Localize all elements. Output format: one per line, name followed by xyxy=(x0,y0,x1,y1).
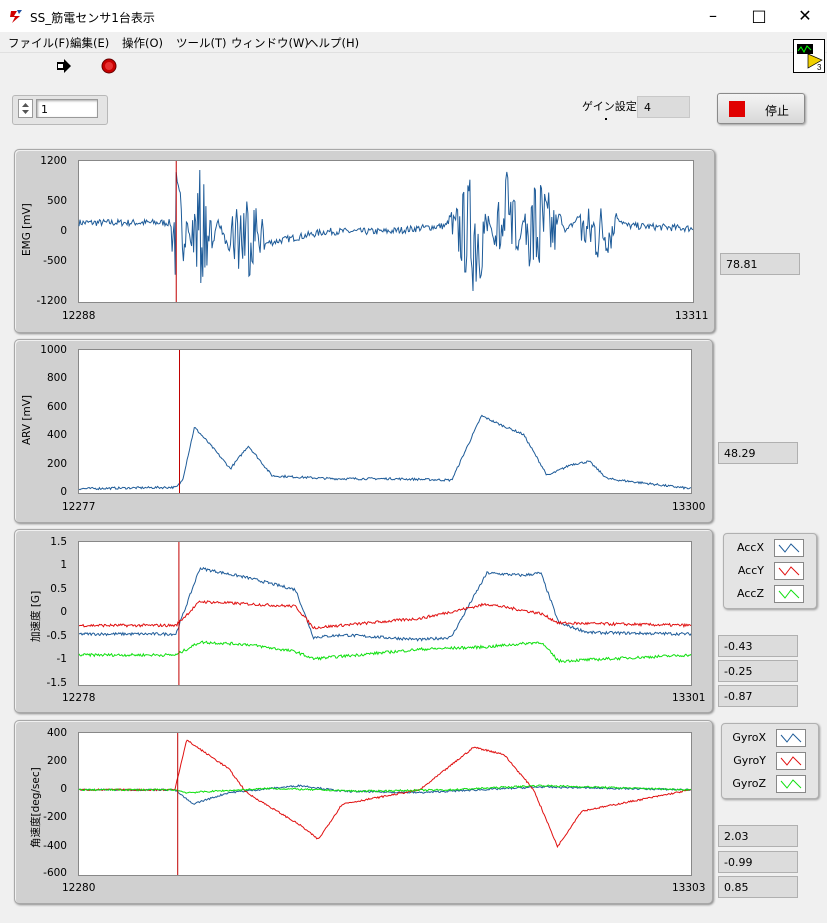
series-line-accz xyxy=(78,640,692,664)
menu-help[interactable]: ヘルプ(H) xyxy=(307,35,359,51)
legend-label: GyroY xyxy=(733,754,766,767)
legend-swatch xyxy=(774,562,804,580)
gyro-y-value: -0.99 xyxy=(718,851,798,873)
emg-value: 78.81 xyxy=(720,253,800,275)
gyro-y-tick: -600 xyxy=(43,867,67,879)
legend-swatch xyxy=(776,729,806,747)
arv-y-tick: 200 xyxy=(46,458,67,470)
gain-label-dot xyxy=(605,118,607,120)
gyro-z-value: 0.85 xyxy=(718,876,798,898)
gyro-plot-area xyxy=(78,732,692,876)
emg-plot xyxy=(78,161,694,302)
emg-y-tick: 0 xyxy=(60,225,67,237)
menu-file[interactable]: ファイル(F) xyxy=(8,35,70,51)
acc-y-tick: 1.5 xyxy=(50,536,67,548)
stop-button-label: 停止 xyxy=(765,104,790,118)
acc-y-value: -0.25 xyxy=(718,660,798,682)
arv-x-max: 13300 xyxy=(672,501,706,513)
acc-x-max: 13301 xyxy=(672,692,706,704)
legend-swatch xyxy=(776,752,806,770)
gyro-y-tick: -400 xyxy=(43,840,67,852)
gyro-legend: GyroX GyroY GyroZ xyxy=(721,723,819,799)
maximize-button[interactable]: □ xyxy=(736,0,782,32)
acc-x-value: -0.43 xyxy=(718,635,798,657)
emg-x-max: 13311 xyxy=(675,310,709,322)
acc-plot xyxy=(78,542,692,685)
toolbar xyxy=(0,52,827,81)
app-icon xyxy=(10,10,22,23)
acc-y-tick: -1 xyxy=(56,653,67,665)
arv-y-tick: 1000 xyxy=(40,344,67,356)
series-line-accx xyxy=(79,566,692,642)
menu-window[interactable]: ウィンドウ(W) xyxy=(231,35,309,51)
run-arrow-icon[interactable] xyxy=(56,58,72,74)
legend-label: AccX xyxy=(737,541,764,554)
arv-plot-area xyxy=(78,349,692,494)
gyro-plot xyxy=(78,733,692,875)
window-title: SS_筋電センサ1台表示 xyxy=(30,11,155,25)
gyro-y-tick: 400 xyxy=(46,727,67,739)
acc-y-tick: -1.5 xyxy=(46,677,68,689)
gyro-x-min: 12280 xyxy=(62,882,96,894)
gain-label: ゲイン設定 xyxy=(582,100,637,113)
emg-y-tick: 500 xyxy=(46,195,67,207)
channel-input[interactable]: 1 xyxy=(36,99,98,118)
arv-y-tick: 400 xyxy=(46,429,67,441)
series-line-s1-0 xyxy=(78,414,692,491)
vi-icon: 3 xyxy=(793,39,825,73)
acc-y-tick: 0.5 xyxy=(50,583,67,595)
legend-label: GyroX xyxy=(732,731,766,744)
series-line-accy xyxy=(78,600,692,630)
emg-y-tick: 1200 xyxy=(40,155,67,167)
acc-legend: AccX AccY AccZ xyxy=(723,533,817,609)
legend-swatch xyxy=(774,539,804,557)
legend-swatch xyxy=(774,585,804,603)
gyro-y-tick: 200 xyxy=(46,755,67,767)
acc-y-tick: 0 xyxy=(60,606,67,618)
stop-button[interactable]: 停止 xyxy=(717,93,805,124)
emg-y-tick: -500 xyxy=(43,255,67,267)
acc-y-tick: -0.5 xyxy=(46,630,68,642)
menu-operate[interactable]: 操作(O) xyxy=(122,35,163,51)
gyro-y-tick: 0 xyxy=(60,783,67,795)
acc-z-value: -0.87 xyxy=(718,685,798,707)
gyro-y-axis-label: 角速度[deg/sec] xyxy=(30,767,42,848)
svg-text:3: 3 xyxy=(817,63,822,72)
gyro-x-value: 2.03 xyxy=(718,825,798,847)
acc-plot-area xyxy=(78,541,692,686)
legend-label: AccZ xyxy=(737,587,764,600)
acc-y-tick: 1 xyxy=(60,559,67,571)
gain-value: 4 xyxy=(637,96,690,118)
acc-x-min: 12278 xyxy=(62,692,96,704)
close-button[interactable]: ✕ xyxy=(782,0,827,32)
legend-swatch xyxy=(776,775,806,793)
menu-edit[interactable]: 編集(E) xyxy=(70,35,109,51)
emg-x-min: 12288 xyxy=(62,310,96,322)
menu-tools[interactable]: ツール(T) xyxy=(176,35,227,51)
arv-value: 48.29 xyxy=(718,442,798,464)
series-line-s0-0 xyxy=(78,169,694,292)
abort-stop-icon[interactable] xyxy=(101,58,117,74)
gyro-y-tick: -200 xyxy=(43,811,67,823)
series-line-gyrox xyxy=(78,784,692,805)
arv-y-tick: 0 xyxy=(60,486,67,498)
series-line-gyroy xyxy=(78,739,692,849)
legend-label: AccY xyxy=(737,564,764,577)
emg-plot-area xyxy=(78,160,694,303)
gyro-x-max: 13303 xyxy=(672,882,706,894)
emg-y-tick: -1200 xyxy=(36,295,67,307)
legend-label: GyroZ xyxy=(732,777,766,790)
stop-icon xyxy=(729,101,745,117)
arv-y-tick: 600 xyxy=(46,401,67,413)
arv-plot xyxy=(78,350,692,493)
minimize-button[interactable]: – xyxy=(690,0,736,32)
channel-spinner[interactable] xyxy=(18,99,33,118)
arv-y-tick: 800 xyxy=(46,372,67,384)
arv-x-min: 12277 xyxy=(62,501,96,513)
